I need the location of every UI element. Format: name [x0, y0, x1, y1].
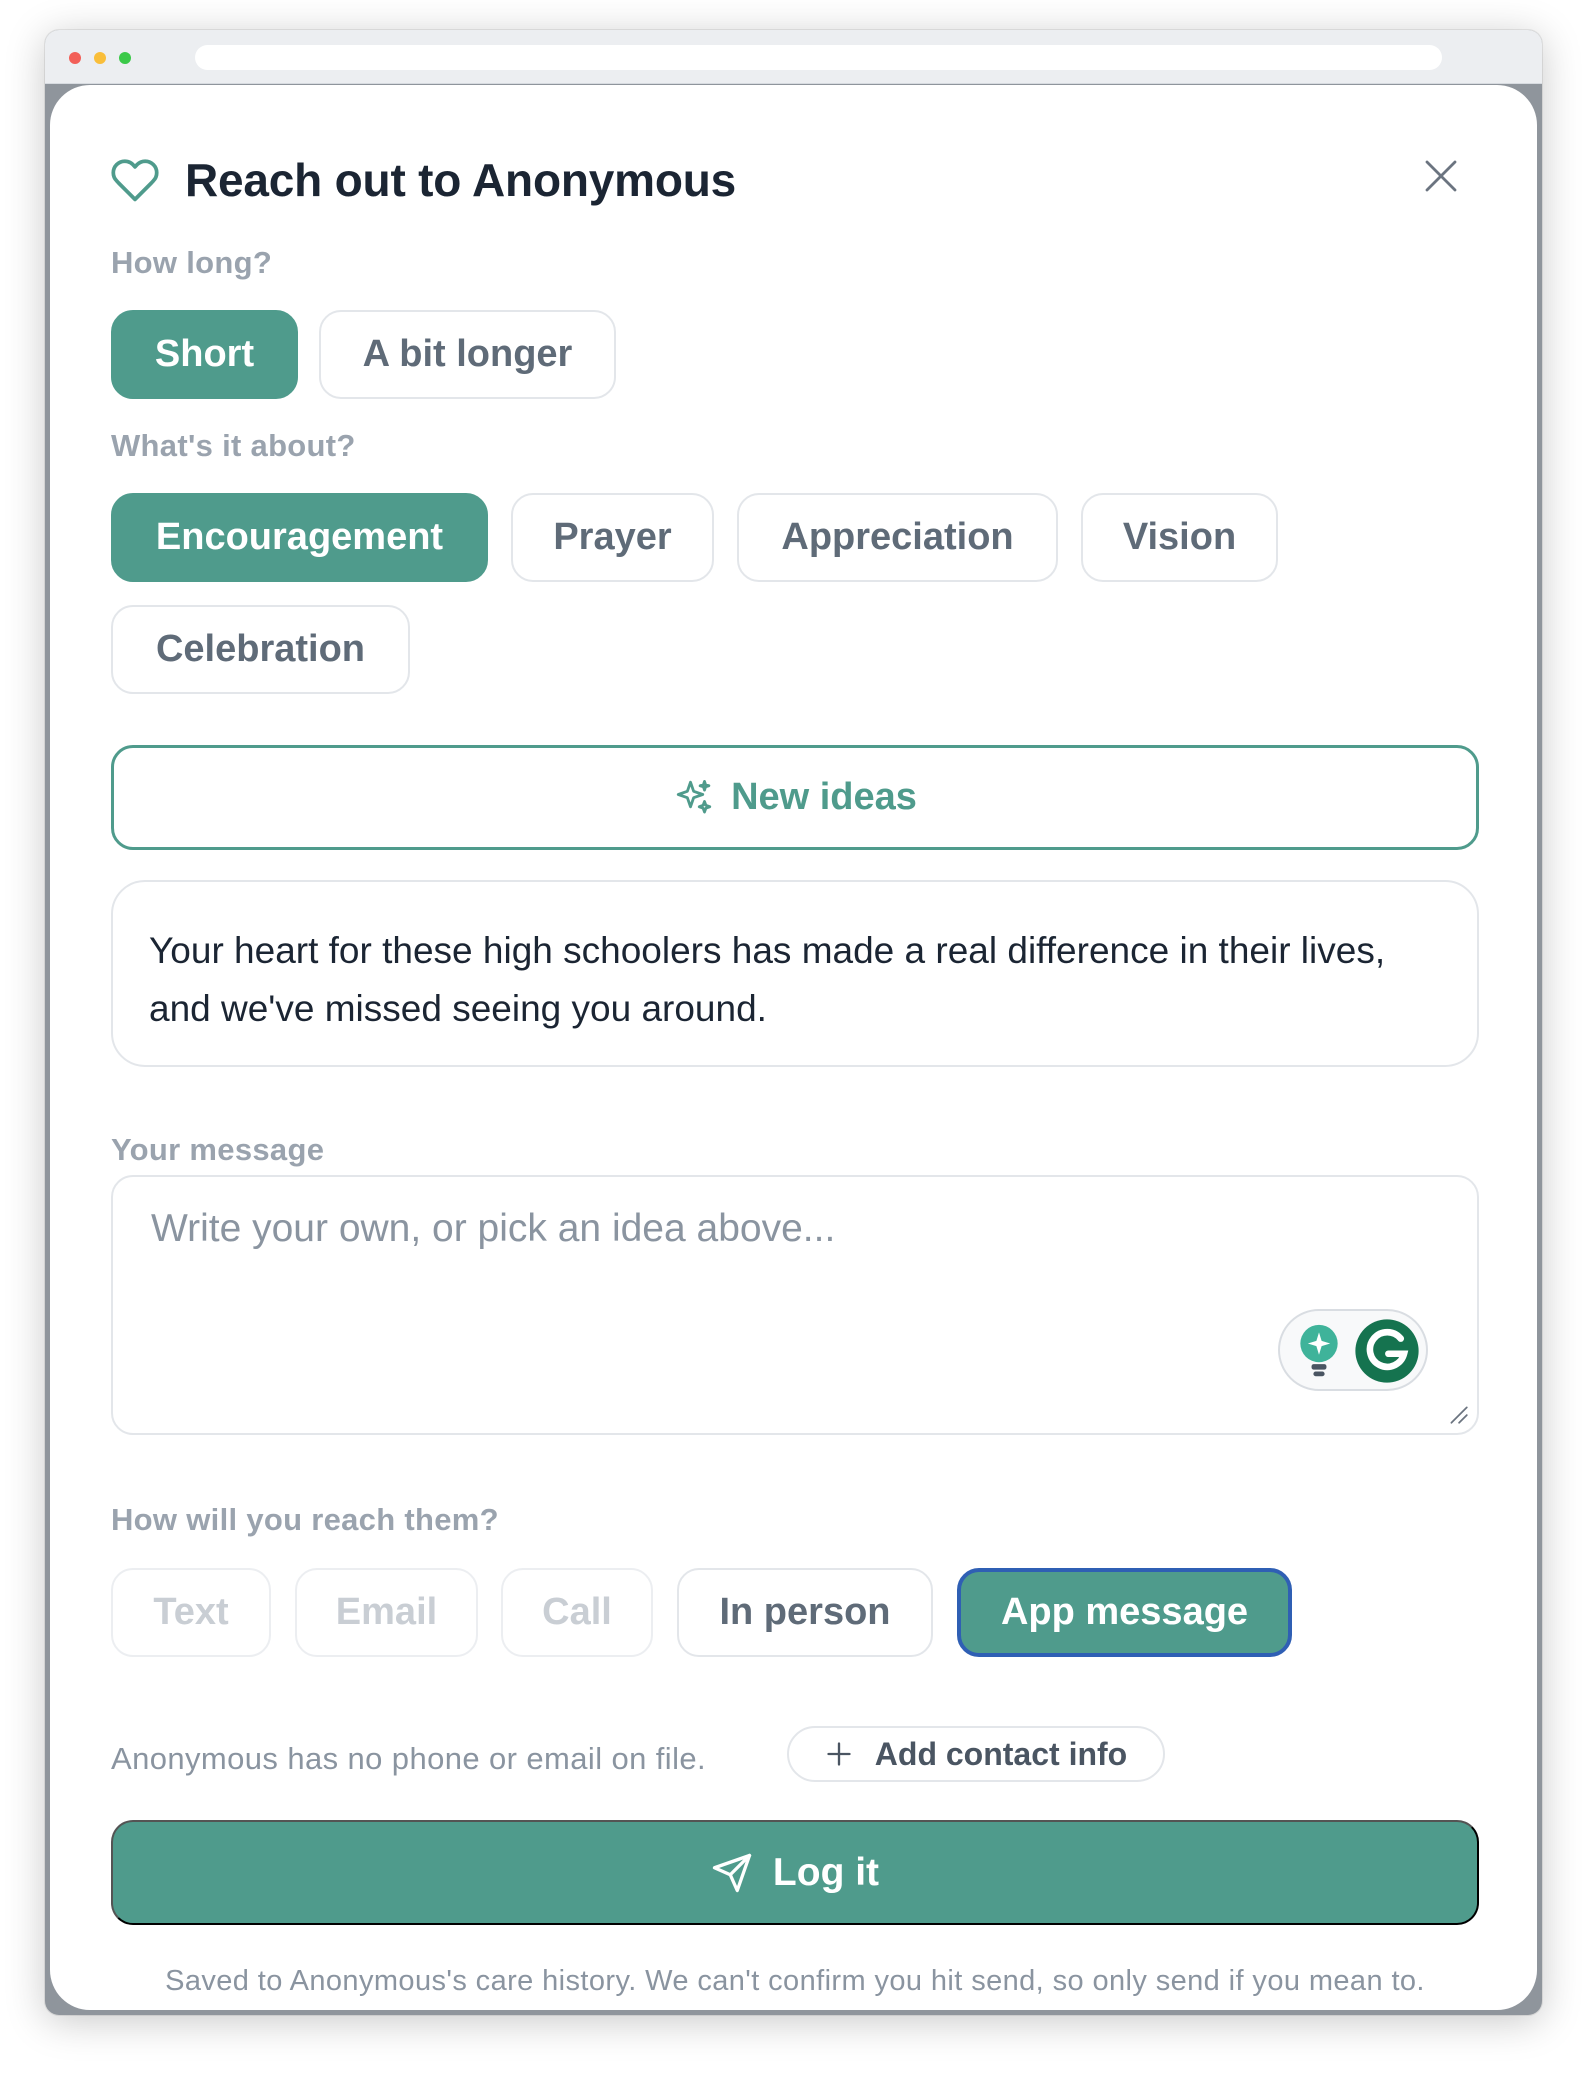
log-it-button[interactable]: Log it	[111, 1820, 1479, 1925]
plus-icon	[827, 1742, 851, 1766]
channel-option-text: Text	[111, 1568, 271, 1657]
length-option-short[interactable]: Short	[111, 310, 298, 399]
new-ideas-label: New ideas	[731, 776, 917, 818]
browser-window: Reach out to Anonymous How long? Short A…	[45, 30, 1542, 2015]
resize-handle-icon[interactable]	[1447, 1403, 1469, 1425]
modal-title: Reach out to Anonymous	[185, 154, 737, 206]
channel-option-in-person[interactable]: In person	[677, 1568, 933, 1657]
new-ideas-button[interactable]: New ideas	[111, 745, 1479, 850]
add-contact-info-button[interactable]: Add contact info	[787, 1726, 1165, 1782]
message-field	[111, 1175, 1479, 1435]
message-label: Your message	[111, 1132, 325, 1167]
contact-note: Anonymous has no phone or email on file.	[111, 1741, 707, 1776]
channel-option-call: Call	[501, 1568, 653, 1657]
topic-option-celebration[interactable]: Celebration	[111, 605, 410, 694]
send-icon	[712, 1853, 752, 1892]
topic-option-prayer[interactable]: Prayer	[511, 493, 714, 582]
topic-option-appreciation[interactable]: Appreciation	[737, 493, 1058, 582]
care-history-footnote: Saved to Anonymous's care history. We ca…	[165, 1965, 1425, 1997]
close-window-button[interactable]	[69, 52, 81, 64]
grammarly-widget[interactable]	[1278, 1309, 1428, 1391]
idea-suggestion-text: Your heart for these high schoolers has …	[149, 930, 1386, 1029]
heart-icon	[111, 159, 159, 202]
address-bar[interactable]	[195, 45, 1442, 70]
reach-out-modal: Reach out to Anonymous How long? Short A…	[50, 85, 1537, 2010]
lightbulb-icon[interactable]	[1296, 1323, 1342, 1379]
topic-option-encouragement[interactable]: Encouragement	[111, 493, 488, 582]
add-contact-info-label: Add contact info	[874, 1735, 1128, 1772]
minimize-window-button[interactable]	[94, 52, 106, 64]
close-icon[interactable]	[1420, 155, 1462, 197]
topic-label: What's it about?	[111, 428, 356, 463]
channel-option-email: Email	[295, 1568, 478, 1657]
window-titlebar	[45, 30, 1542, 84]
sparkle-icon	[676, 779, 712, 813]
log-it-label: Log it	[772, 1850, 880, 1894]
channel-label: How will you reach them?	[111, 1502, 499, 1537]
length-option-longer[interactable]: A bit longer	[319, 310, 616, 399]
maximize-window-button[interactable]	[119, 52, 131, 64]
channel-option-app-message[interactable]: App message	[957, 1568, 1292, 1657]
message-input[interactable]	[113, 1177, 1477, 1433]
length-label: How long?	[111, 245, 273, 280]
grammarly-logo-icon[interactable]	[1354, 1318, 1420, 1384]
idea-suggestion-card[interactable]: Your heart for these high schoolers has …	[111, 880, 1479, 1067]
topic-option-vision[interactable]: Vision	[1081, 493, 1278, 582]
